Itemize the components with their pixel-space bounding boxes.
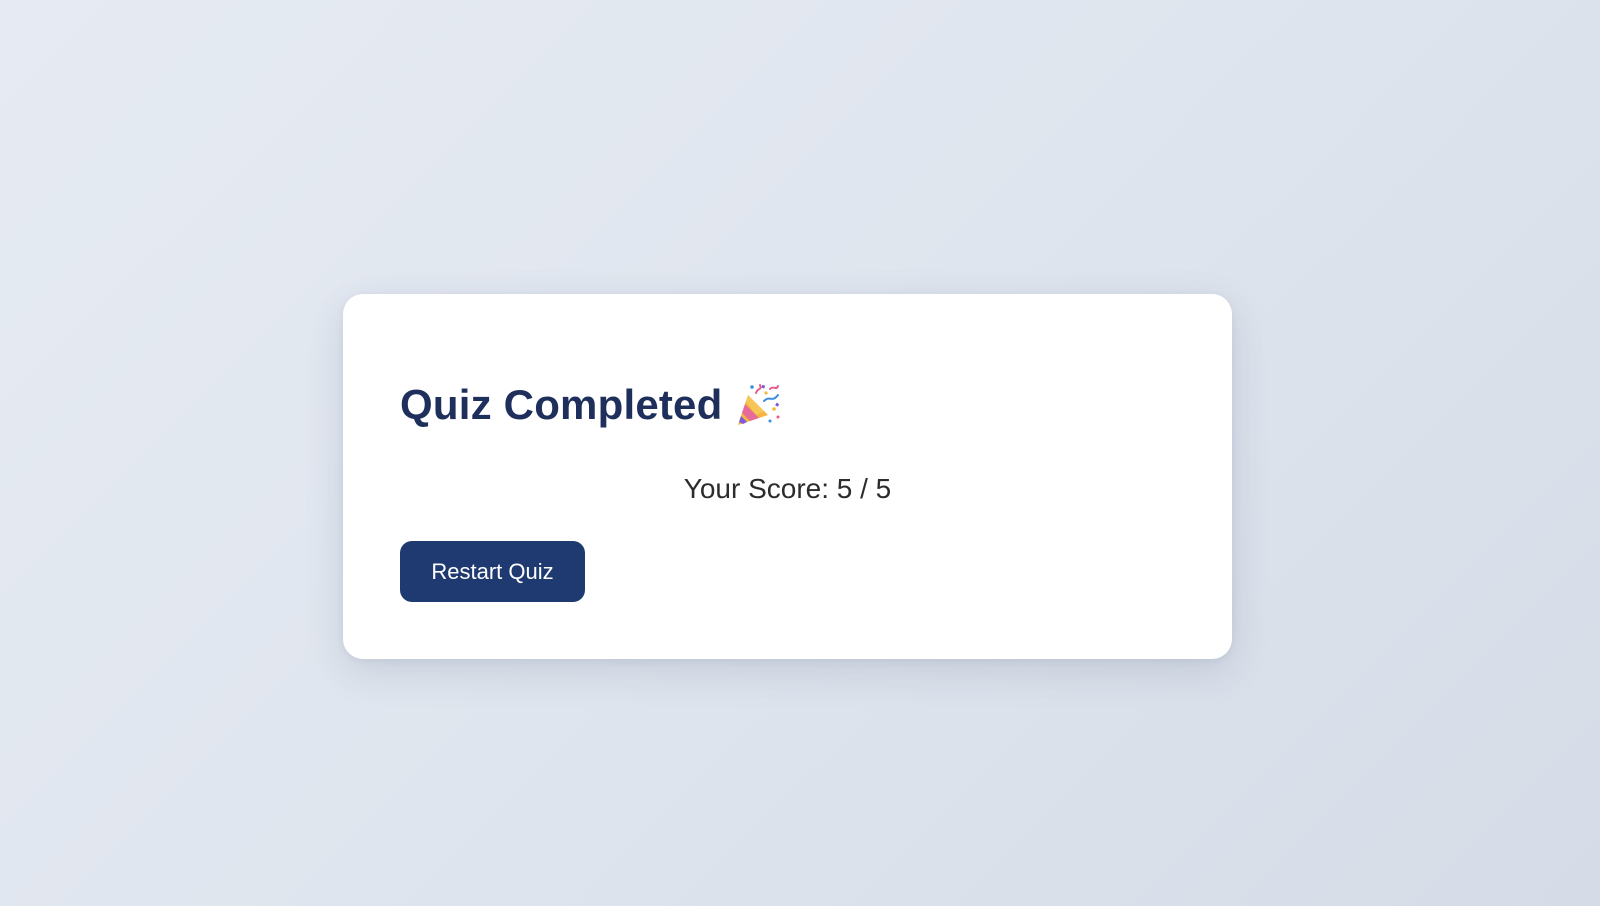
page-title: Quiz Completed (400, 381, 723, 428)
quiz-result-card: Quiz Completed Your Score: 5 / 5 Restart… (343, 294, 1232, 659)
title-row: Quiz Completed (400, 380, 782, 430)
restart-quiz-button[interactable]: Restart Quiz (400, 541, 585, 602)
score-text: Your Score: 5 / 5 (683, 473, 892, 504)
party-popper-icon (734, 381, 782, 429)
